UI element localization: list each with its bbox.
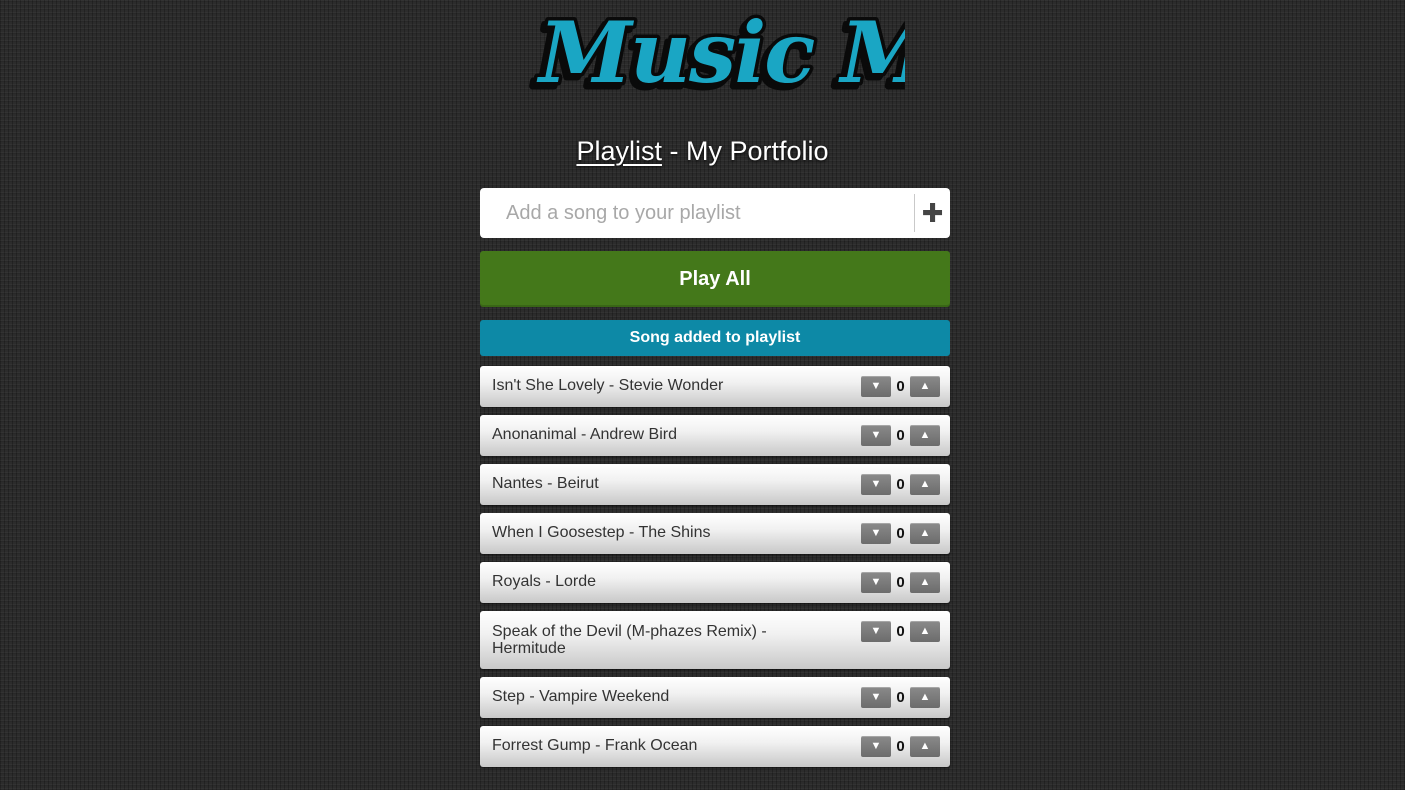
vote-count: 0 — [896, 378, 905, 395]
vote-up-button[interactable]: ▲ — [910, 621, 940, 642]
song-list: Isn't She Lovely - Stevie Wonder ▼ 0 ▲ A… — [480, 366, 950, 775]
vote-count: 0 — [896, 476, 905, 493]
notice-text: Song added to playlist — [629, 329, 801, 346]
music-me-logo: Music Me Music Me Music Me — [529, 2, 906, 102]
triangle-up-icon: ▲ — [919, 429, 931, 441]
vote-up-button[interactable]: ▲ — [910, 523, 940, 544]
triangle-down-icon: ▼ — [870, 380, 882, 392]
vote-controls: ▼ 0 ▲ — [861, 621, 940, 642]
add-song-bar: ✚ — [480, 188, 950, 238]
song-title: Anonanimal - Andrew Bird — [492, 426, 677, 443]
playlist-link[interactable]: Playlist — [576, 136, 662, 166]
song-title: Forrest Gump - Frank Ocean — [492, 737, 698, 754]
header: Music Me Music Me Music Me — [0, 0, 1405, 110]
song-item: Nantes - Beirut ▼ 0 ▲ — [480, 464, 950, 505]
triangle-up-icon: ▲ — [919, 576, 931, 588]
add-song-button[interactable]: ✚ — [915, 188, 950, 238]
vote-up-button[interactable]: ▲ — [910, 572, 940, 593]
song-item: Anonanimal - Andrew Bird ▼ 0 ▲ — [480, 415, 950, 456]
vote-controls: ▼ 0 ▲ — [861, 376, 940, 397]
song-title: Nantes - Beirut — [492, 475, 599, 492]
vote-count: 0 — [896, 427, 905, 444]
triangle-down-icon: ▼ — [870, 691, 882, 703]
vote-controls: ▼ 0 ▲ — [861, 474, 940, 495]
triangle-up-icon: ▲ — [919, 380, 931, 392]
song-item: Isn't She Lovely - Stevie Wonder ▼ 0 ▲ — [480, 366, 950, 407]
vote-controls: ▼ 0 ▲ — [861, 523, 940, 544]
plus-icon: ✚ — [921, 197, 944, 228]
vote-down-button[interactable]: ▼ — [861, 621, 891, 642]
song-item: Speak of the Devil (M-phazes Remix) - He… — [480, 611, 950, 669]
song-title: Speak of the Devil (M-phazes Remix) - He… — [492, 623, 767, 657]
vote-controls: ▼ 0 ▲ — [861, 687, 940, 708]
song-item: Forrest Gump - Frank Ocean ▼ 0 ▲ — [480, 726, 950, 767]
song-title: When I Goosestep - The Shins — [492, 524, 711, 541]
vote-up-button[interactable]: ▲ — [910, 687, 940, 708]
triangle-up-icon: ▲ — [919, 740, 931, 752]
triangle-up-icon: ▲ — [919, 478, 931, 490]
vote-down-button[interactable]: ▼ — [861, 376, 891, 397]
song-item: Step - Vampire Weekend ▼ 0 ▲ — [480, 677, 950, 718]
vote-down-button[interactable]: ▼ — [861, 523, 891, 544]
song-title: Royals - Lorde — [492, 573, 597, 590]
vote-down-button[interactable]: ▼ — [861, 736, 891, 757]
vote-count: 0 — [896, 738, 905, 755]
logo-text: Music Me — [536, 3, 905, 102]
song-item: When I Goosestep - The Shins ▼ 0 ▲ — [480, 513, 950, 554]
vote-up-button[interactable]: ▲ — [910, 474, 940, 495]
title-separator: - — [661, 136, 686, 166]
triangle-down-icon: ▼ — [870, 478, 882, 490]
vote-up-button[interactable]: ▲ — [910, 736, 940, 757]
triangle-down-icon: ▼ — [870, 740, 882, 752]
song-title: Isn't She Lovely - Stevie Wonder — [492, 377, 724, 394]
vote-count: 0 — [896, 623, 905, 640]
page-title: Playlist - My Portfolio — [0, 134, 1405, 168]
triangle-up-icon: ▲ — [919, 691, 931, 703]
add-song-input[interactable] — [480, 188, 914, 238]
vote-down-button[interactable]: ▼ — [861, 572, 891, 593]
vote-count: 0 — [896, 574, 905, 591]
triangle-down-icon: ▼ — [870, 527, 882, 539]
vote-down-button[interactable]: ▼ — [861, 687, 891, 708]
triangle-down-icon: ▼ — [870, 625, 882, 637]
playlist-name: My Portfolio — [685, 136, 829, 166]
play-all-label: Play All — [679, 267, 751, 290]
triangle-up-icon: ▲ — [919, 625, 931, 637]
vote-down-button[interactable]: ▼ — [861, 474, 891, 495]
vote-down-button[interactable]: ▼ — [861, 425, 891, 446]
triangle-down-icon: ▼ — [870, 576, 882, 588]
vote-controls: ▼ 0 ▲ — [861, 736, 940, 757]
vote-controls: ▼ 0 ▲ — [861, 572, 940, 593]
play-all-button[interactable]: Play All — [480, 251, 950, 307]
vote-count: 0 — [896, 689, 905, 706]
song-added-notice: Song added to playlist — [480, 320, 950, 356]
vote-controls: ▼ 0 ▲ — [861, 425, 940, 446]
vote-count: 0 — [896, 525, 905, 542]
song-title: Step - Vampire Weekend — [492, 688, 670, 705]
vote-up-button[interactable]: ▲ — [910, 425, 940, 446]
triangle-down-icon: ▼ — [870, 429, 882, 441]
triangle-up-icon: ▲ — [919, 527, 931, 539]
song-item: Royals - Lorde ▼ 0 ▲ — [480, 562, 950, 603]
vote-up-button[interactable]: ▲ — [910, 376, 940, 397]
